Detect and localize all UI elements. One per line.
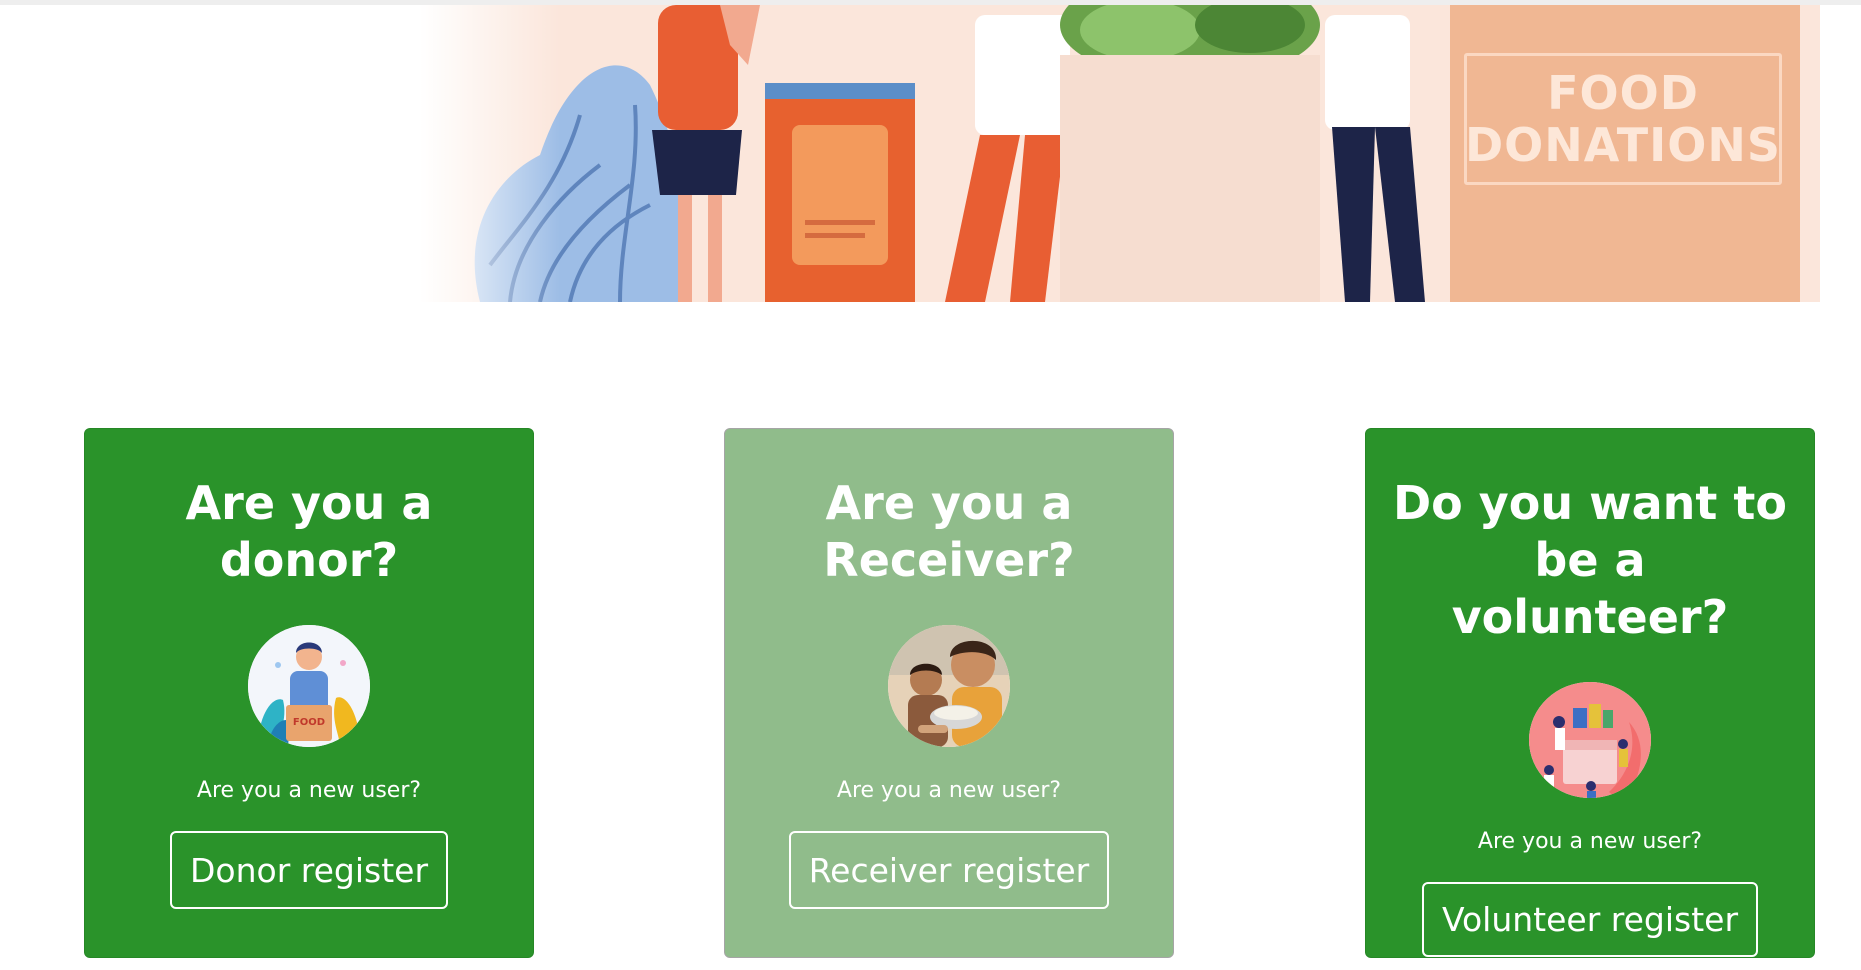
volunteer-register-button[interactable]: Volunteer register [1421,882,1759,957]
donor-illustration: FOOD [248,625,370,747]
donor-avatar-text: FOOD [293,717,325,728]
banner-fade [420,5,560,302]
volunteer-card-title: Do you want to be a volunteer? [1392,476,1788,644]
hero-banner: FOOD DONATIONS [420,5,1820,302]
donor-card-title: Are you a donor? [185,476,433,587]
receiver-card-title: Are you a Receiver? [823,476,1075,587]
food-donations-sign: FOOD DONATIONS [1450,5,1800,302]
receiver-card: Are you a Receiver? Are you a new user? … [724,428,1174,958]
donor-prompt: Are you a new user? [196,778,422,803]
sign-line-1: FOOD [1547,66,1699,120]
volunteer-illustration [1529,682,1651,799]
volunteer-avatar [1529,682,1651,799]
donor-avatar: FOOD [248,625,370,747]
receiver-register-button[interactable]: Receiver register [788,831,1110,909]
volunteer-card: Do you want to be a volunteer? Are you a… [1365,428,1815,958]
receiver-prompt: Are you a new user? [836,778,1062,803]
sign-frame: FOOD DONATIONS [1464,53,1782,185]
volunteer-prompt: Are you a new user? [1477,829,1703,855]
receiver-avatar [888,625,1010,747]
sign-line-2: DONATIONS [1464,118,1782,172]
receiver-photo [888,625,1010,747]
donor-register-button[interactable]: Donor register [169,831,449,909]
donor-card: Are you a donor? FOOD Are you a new user… [84,428,534,958]
